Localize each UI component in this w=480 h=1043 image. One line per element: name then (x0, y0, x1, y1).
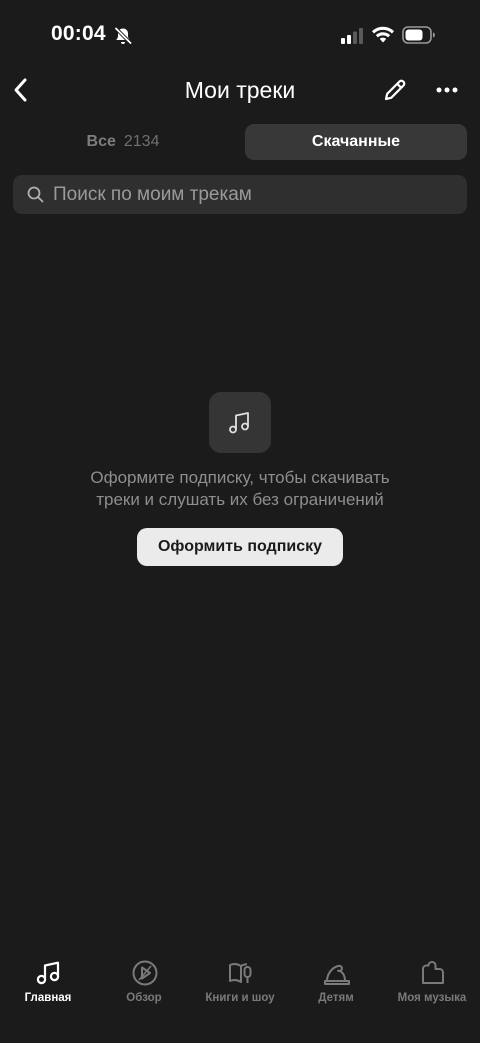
tab-all-label: Все (86, 133, 116, 150)
tab-all[interactable]: Все 2134 (13, 124, 233, 160)
empty-state-text-line2: треки и слушать их без ограничений (96, 490, 384, 509)
book-mic-icon (229, 962, 252, 983)
nav-item-my-music[interactable]: Моя музыка (384, 950, 480, 1016)
empty-state-text-line1: Оформите подписку, чтобы скачивать (90, 468, 390, 487)
battery-icon (402, 26, 435, 44)
header: Мои треки (0, 66, 480, 116)
nav-label-my-music: Моя музыка (397, 992, 467, 1004)
tab-all-count: 2134 (123, 133, 160, 150)
search-input[interactable] (53, 175, 453, 214)
heart-square-icon (422, 961, 444, 984)
music-note-icon (36, 961, 60, 985)
more-options-button[interactable] (432, 76, 462, 104)
tab-downloaded-label: Скачанные (311, 133, 401, 150)
tab-downloaded[interactable]: Скачанные (245, 124, 467, 160)
screen: 00:04 Мои треки Все 2134 Скачанные Поиск… (0, 0, 480, 1043)
nav-item-home[interactable]: Главная (0, 950, 96, 1016)
compass-play-icon (132, 960, 158, 986)
back-button[interactable] (8, 74, 36, 106)
bell-off-icon (114, 27, 132, 45)
edit-pencil-button[interactable] (380, 75, 410, 105)
subscribe-button[interactable]: Оформить подписку (137, 528, 343, 566)
music-note-icon (229, 411, 249, 433)
cellular-signal-icon (341, 28, 363, 44)
status-bar: 00:04 (0, 0, 480, 70)
nav-item-books-shows[interactable]: Книги и шоу (192, 950, 288, 1016)
kids-hat-icon (324, 964, 350, 985)
wifi-icon (372, 26, 394, 43)
status-time: 00:04 (51, 22, 106, 45)
nav-item-kids[interactable]: Детям (288, 950, 384, 1016)
search-icon (27, 186, 44, 203)
tabs: Все 2134 Скачанные (13, 124, 467, 160)
empty-state-icon-tile (209, 392, 271, 453)
search-box[interactable] (13, 175, 467, 214)
nav-item-browse[interactable]: Обзор (96, 950, 192, 1016)
bottom-nav: Главная Обзор Книги и шоу Детям Моя музы… (0, 950, 480, 1020)
